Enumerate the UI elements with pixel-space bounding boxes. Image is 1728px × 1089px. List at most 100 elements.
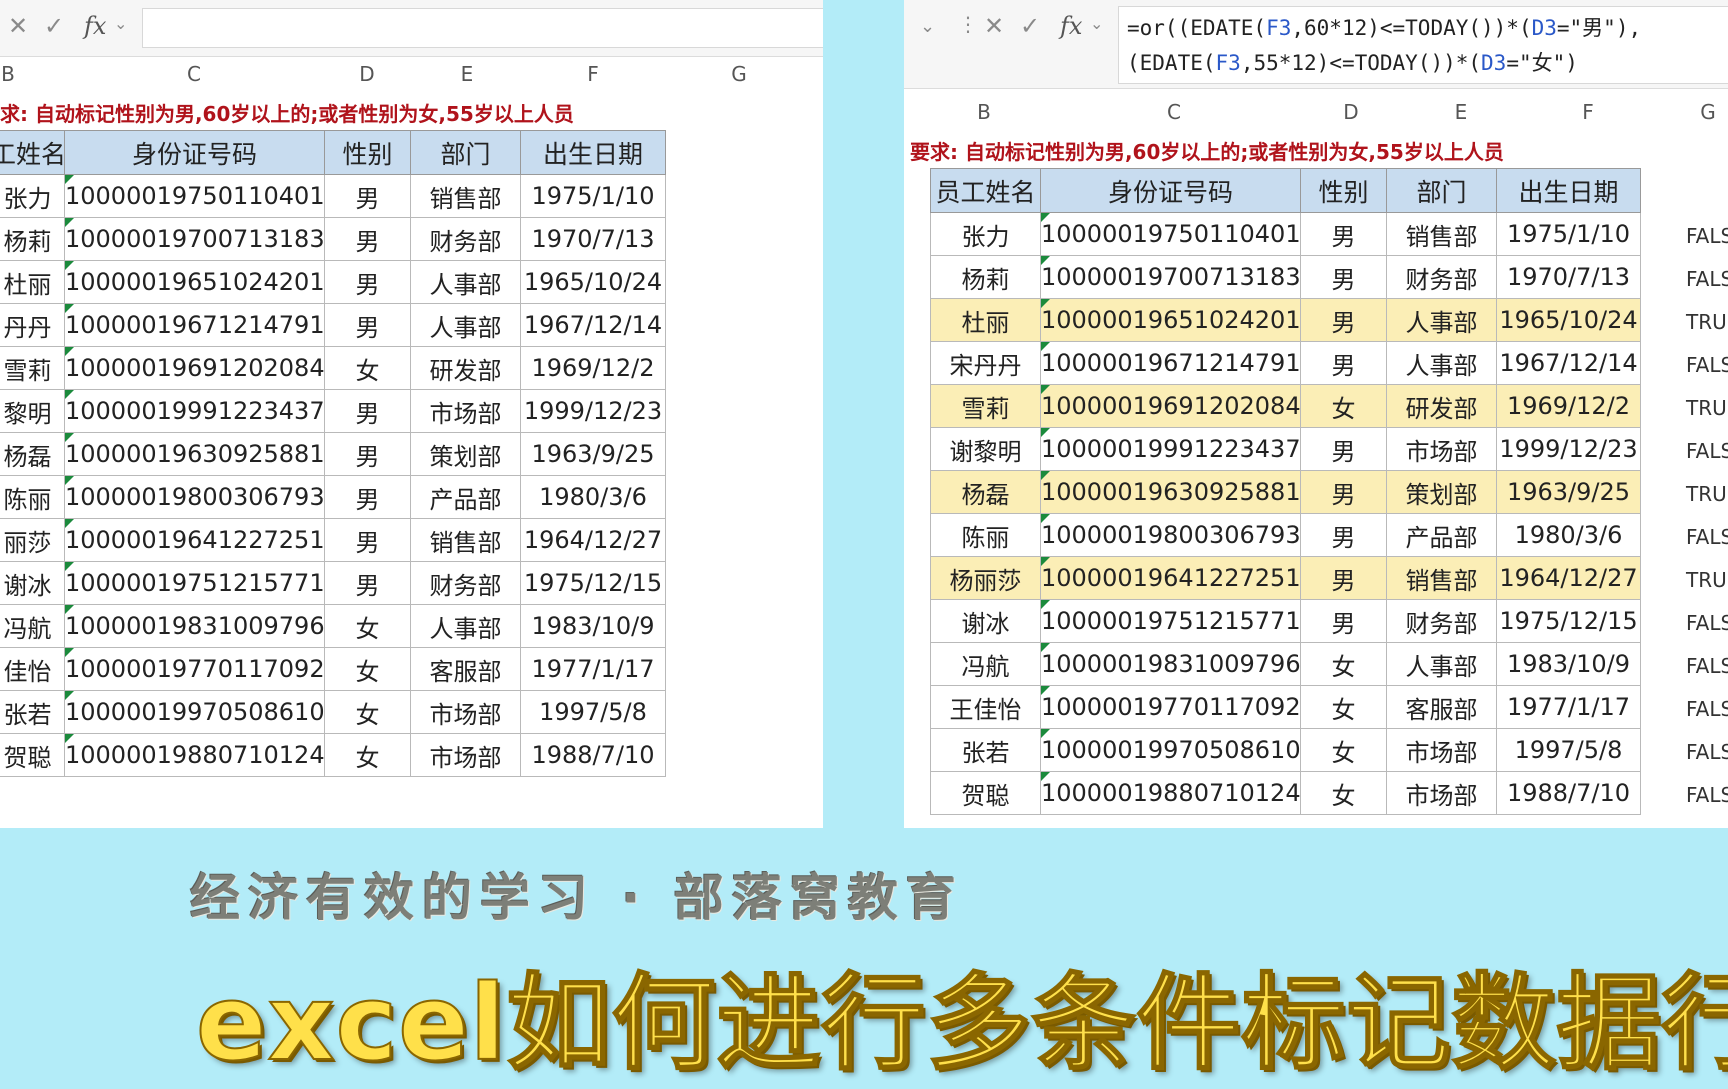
dept-cell[interactable]: 策划部: [1386, 470, 1497, 514]
dept-cell[interactable]: 销售部: [410, 174, 521, 218]
gender-cell[interactable]: 男: [1300, 556, 1387, 600]
id-cell[interactable]: 100000197512157714: [1040, 599, 1301, 643]
dept-cell[interactable]: 人事部: [410, 260, 521, 304]
id-cell[interactable]: 100000196510242013: [64, 260, 325, 304]
gender-cell[interactable]: 男: [1300, 599, 1387, 643]
name-cell[interactable]: 张力: [930, 212, 1041, 256]
result-cell[interactable]: FALS: [1686, 224, 1728, 248]
dob-cell[interactable]: 1977/1/17: [1496, 685, 1641, 729]
gender-cell[interactable]: 女: [324, 346, 411, 390]
id-cell[interactable]: 100000196412272518: [1040, 556, 1301, 600]
id-cell[interactable]: 100000197512157714: [64, 561, 325, 605]
name-cell[interactable]: 冯航: [0, 604, 65, 648]
dob-cell[interactable]: 1964/12/27: [1496, 556, 1641, 600]
dept-cell[interactable]: 客服部: [1386, 685, 1497, 729]
gender-cell[interactable]: 男: [324, 561, 411, 605]
gender-cell[interactable]: 男: [1300, 470, 1387, 514]
dept-cell[interactable]: 人事部: [1386, 341, 1497, 385]
dept-cell[interactable]: 人事部: [1386, 642, 1497, 686]
name-cell[interactable]: 雪莉: [0, 346, 65, 390]
result-cell[interactable]: FALS: [1686, 353, 1728, 377]
name-cell[interactable]: 贺聪: [0, 733, 65, 777]
gender-cell[interactable]: 男: [1300, 513, 1387, 557]
id-cell[interactable]: 100000199912234374: [1040, 427, 1301, 471]
gender-cell[interactable]: 男: [1300, 212, 1387, 256]
dob-cell[interactable]: 1988/7/10: [1496, 771, 1641, 815]
dob-cell[interactable]: 1975/12/15: [1496, 599, 1641, 643]
dept-cell[interactable]: 市场部: [1386, 427, 1497, 471]
column-header-c[interactable]: C: [174, 62, 214, 86]
id-cell[interactable]: 100000197701170929: [64, 647, 325, 691]
name-cell[interactable]: 陈丽: [0, 475, 65, 519]
gender-cell[interactable]: 女: [1300, 728, 1387, 772]
dob-cell[interactable]: 1970/7/13: [520, 217, 666, 261]
column-header-f[interactable]: F: [1568, 100, 1608, 124]
dept-cell[interactable]: 财务部: [410, 217, 521, 261]
id-cell[interactable]: 100000196712147911: [64, 303, 325, 347]
name-cell[interactable]: 杨磊: [930, 470, 1041, 514]
dept-cell[interactable]: 市场部: [410, 690, 521, 734]
id-cell[interactable]: 1000001969120​2084x: [64, 346, 325, 390]
chevron-down-icon[interactable]: ⌄: [920, 16, 935, 37]
column-header-d[interactable]: D: [1331, 100, 1371, 124]
id-cell[interactable]: 100000198807101248: [64, 733, 325, 777]
column-header-d[interactable]: D: [347, 62, 387, 86]
header-cell[interactable]: 出生日期: [1496, 168, 1641, 213]
dob-cell[interactable]: 1983/10/9: [520, 604, 666, 648]
id-cell[interactable]: 100000199705086106: [1040, 728, 1301, 772]
dob-cell[interactable]: 1980/3/6: [1496, 513, 1641, 557]
id-cell[interactable]: 100000199705086106: [64, 690, 325, 734]
result-cell[interactable]: TRU: [1686, 396, 1727, 420]
confirm-icon[interactable]: ✓: [1020, 12, 1040, 40]
result-cell[interactable]: FALS: [1686, 267, 1728, 291]
insert-function-icon[interactable]: fx: [84, 12, 106, 40]
header-cell[interactable]: 性别: [1300, 168, 1387, 213]
gender-cell[interactable]: 男: [324, 518, 411, 562]
dob-cell[interactable]: 1977/1/17: [520, 647, 666, 691]
id-cell[interactable]: 100000196309258815: [64, 432, 325, 476]
id-cell[interactable]: 100000197501104012: [1040, 212, 1301, 256]
gender-cell[interactable]: 女: [1300, 685, 1387, 729]
header-cell[interactable]: 工姓名: [0, 130, 66, 175]
name-cell[interactable]: 雪莉: [930, 384, 1041, 428]
confirm-icon[interactable]: ✓: [44, 12, 64, 40]
cancel-icon[interactable]: ✕: [984, 12, 1004, 40]
name-cell[interactable]: 王佳怡: [930, 685, 1041, 729]
column-header-e[interactable]: E: [1441, 100, 1481, 124]
dob-cell[interactable]: 1963/9/25: [520, 432, 666, 476]
name-cell[interactable]: 谢冰: [930, 599, 1041, 643]
id-cell[interactable]: 100000196309258815: [1040, 470, 1301, 514]
gender-cell[interactable]: 男: [1300, 341, 1387, 385]
id-cell[interactable]: 100000198003067934: [64, 475, 325, 519]
column-header-g[interactable]: G: [1688, 100, 1728, 124]
name-cell[interactable]: 丹丹: [0, 303, 65, 347]
name-cell[interactable]: 陈丽: [930, 513, 1041, 557]
formula-input[interactable]: [142, 8, 823, 48]
insert-function-icon[interactable]: fx: [1060, 12, 1082, 40]
dob-cell[interactable]: 1997/5/8: [520, 690, 666, 734]
gender-cell[interactable]: 男: [1300, 427, 1387, 471]
name-cell[interactable]: 丽莎: [0, 518, 65, 562]
result-cell[interactable]: FALS: [1686, 439, 1728, 463]
result-cell[interactable]: FALS: [1686, 611, 1728, 635]
dept-cell[interactable]: 人事部: [410, 303, 521, 347]
column-header-b[interactable]: B: [964, 100, 1004, 124]
header-cell[interactable]: 身份证号码: [64, 130, 325, 175]
id-cell[interactable]: 100000197007131837: [64, 217, 325, 261]
result-cell[interactable]: FALS: [1686, 783, 1728, 807]
header-cell[interactable]: 出生日期: [520, 130, 666, 175]
dept-cell[interactable]: 人事部: [1386, 298, 1497, 342]
dept-cell[interactable]: 研发部: [410, 346, 521, 390]
dept-cell[interactable]: 市场部: [1386, 728, 1497, 772]
header-cell[interactable]: 性别: [324, 130, 411, 175]
name-cell[interactable]: 张力: [0, 174, 65, 218]
gender-cell[interactable]: 女: [1300, 384, 1387, 428]
dept-cell[interactable]: 财务部: [410, 561, 521, 605]
gender-cell[interactable]: 女: [1300, 642, 1387, 686]
dept-cell[interactable]: 客服部: [410, 647, 521, 691]
gender-cell[interactable]: 男: [324, 217, 411, 261]
header-cell[interactable]: 部门: [410, 130, 521, 175]
dob-cell[interactable]: 1965/10/24: [520, 260, 666, 304]
id-cell[interactable]: 100000198310097965: [64, 604, 325, 648]
dept-cell[interactable]: 市场部: [1386, 771, 1497, 815]
